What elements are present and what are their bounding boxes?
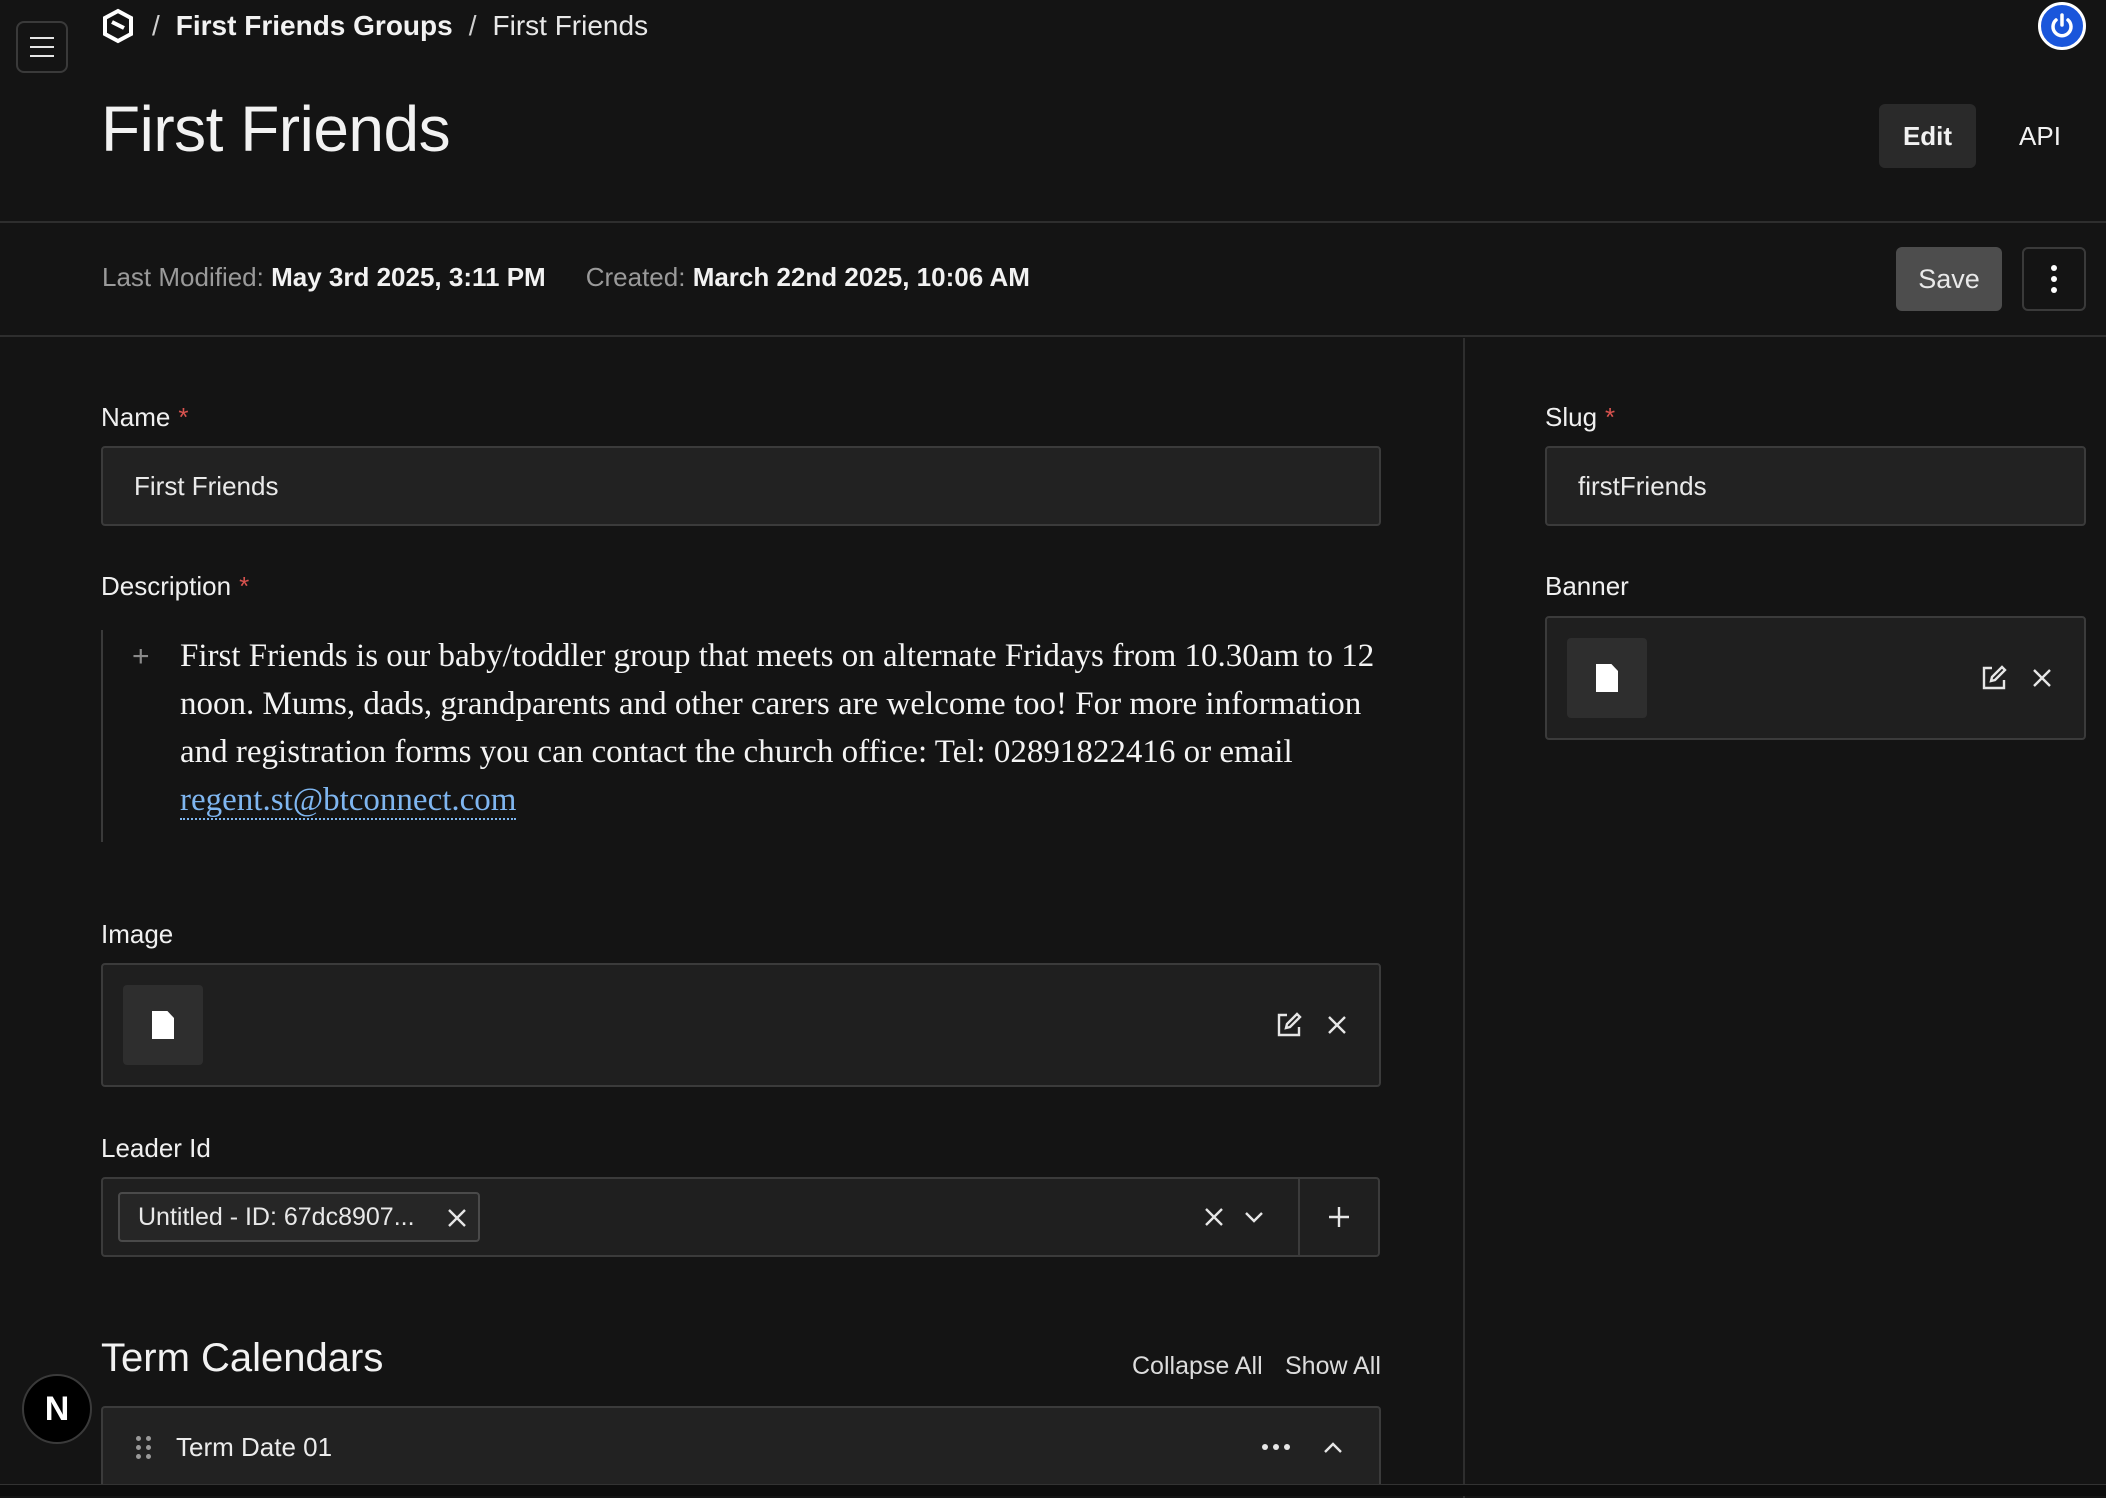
account-button[interactable] xyxy=(2038,2,2086,50)
breadcrumb-separator: / xyxy=(152,10,160,41)
slug-label: Slug * xyxy=(1545,402,1616,432)
more-horizontal-icon[interactable] xyxy=(1262,1444,1290,1450)
add-block-icon[interactable]: + xyxy=(132,640,150,674)
close-icon xyxy=(1205,1208,1223,1226)
menu-button[interactable] xyxy=(16,21,68,73)
sidebar-divider xyxy=(1463,338,1465,1498)
breadcrumb-current: First Friends xyxy=(492,10,649,41)
menu-icon xyxy=(30,37,54,39)
selected-leader-text: Untitled - ID: 67dc8907... xyxy=(138,1202,415,1231)
tab-edit[interactable]: Edit xyxy=(1879,104,1976,168)
banner-upload[interactable] xyxy=(1545,616,2086,740)
term-row-label: Term Date 01 xyxy=(176,1432,333,1462)
chevron-up-icon xyxy=(1324,1442,1342,1453)
banner-label: Banner xyxy=(1545,571,1629,601)
description-label: Description * xyxy=(101,571,250,601)
collapse-row-button[interactable] xyxy=(1313,1428,1353,1468)
dropdown-toggle[interactable] xyxy=(1234,1197,1274,1237)
edit-icon xyxy=(1277,1012,1302,1037)
close-icon xyxy=(1328,1016,1346,1034)
breadcrumb-groups-link[interactable]: First Friends Groups xyxy=(176,10,453,42)
file-icon xyxy=(152,1011,174,1039)
email-link[interactable]: regent.st@btconnect.com xyxy=(180,782,517,820)
file-thumbnail xyxy=(1567,638,1647,718)
last-modified-value: May 3rd 2025, 3:11 PM xyxy=(271,262,546,292)
last-modified-label: Last Modified: xyxy=(102,262,264,292)
dev-tools-badge[interactable]: N xyxy=(22,1374,92,1444)
bottom-strip xyxy=(0,1484,2106,1496)
image-label: Image xyxy=(101,919,174,949)
document-meta: Last Modified: May 3rd 2025, 3:11 PM Cre… xyxy=(102,262,1030,293)
clear-selection-button[interactable] xyxy=(1194,1197,1234,1237)
more-options-button[interactable] xyxy=(2022,247,2086,311)
plus-icon xyxy=(1329,1207,1349,1227)
slug-input[interactable]: firstFriends xyxy=(1545,446,2086,526)
close-icon[interactable] xyxy=(446,1207,468,1229)
edit-image-button[interactable] xyxy=(1269,1005,1309,1045)
file-thumbnail xyxy=(123,985,203,1065)
remove-image-button[interactable] xyxy=(1317,1005,1357,1045)
leader-id-label: Leader Id xyxy=(101,1133,211,1163)
tab-api[interactable]: API xyxy=(2000,104,2080,168)
collapse-all-button[interactable]: Collapse All xyxy=(1132,1352,1263,1381)
image-upload[interactable] xyxy=(101,963,1381,1087)
add-leader-button[interactable] xyxy=(1319,1197,1359,1237)
edit-icon xyxy=(1982,665,2007,690)
selected-leader-pill: Untitled - ID: 67dc8907... xyxy=(118,1192,480,1242)
name-label: Name * xyxy=(101,402,189,432)
created-label: Created: xyxy=(585,262,686,292)
drag-handle-icon[interactable] xyxy=(136,1436,152,1460)
divider xyxy=(0,335,2106,337)
save-button[interactable]: Save xyxy=(1896,247,2002,311)
logo-icon[interactable] xyxy=(100,8,136,44)
divider xyxy=(1298,1177,1300,1257)
divider xyxy=(0,221,2106,223)
name-input[interactable]: First Friends xyxy=(101,446,1381,526)
breadcrumb: / First Friends Groups / First Friends xyxy=(100,6,648,46)
more-vertical-icon xyxy=(2051,265,2057,293)
remove-banner-button[interactable] xyxy=(2022,658,2062,698)
created-value: March 22nd 2025, 10:06 AM xyxy=(692,262,1030,292)
file-icon xyxy=(1596,664,1618,692)
power-icon xyxy=(2051,13,2073,38)
edit-banner-button[interactable] xyxy=(1974,658,2014,698)
breadcrumb-separator: / xyxy=(468,10,477,41)
close-icon xyxy=(2033,669,2051,687)
description-text[interactable]: First Friends is our baby/toddler group … xyxy=(180,632,1380,824)
term-calendars-title: Term Calendars xyxy=(101,1336,384,1380)
page-title: First Friends xyxy=(101,93,451,165)
show-all-button[interactable]: Show All xyxy=(1285,1352,1381,1381)
chevron-down-icon xyxy=(1245,1212,1263,1223)
